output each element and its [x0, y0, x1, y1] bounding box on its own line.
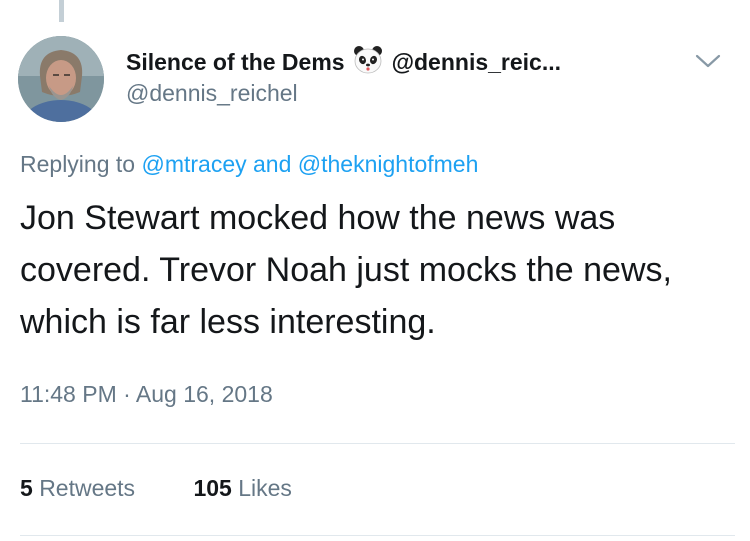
likes-stat[interactable]: 105 Likes [193, 475, 291, 502]
divider [20, 443, 735, 444]
tweet-text: Jon Stewart mocked how the news was cove… [20, 199, 672, 341]
display-name[interactable]: Silence of the Dems [126, 49, 345, 76]
avatar[interactable] [18, 36, 104, 122]
retweets-count: 5 [20, 475, 33, 501]
thread-connector-line [59, 0, 64, 22]
reply-prefix: Replying to [20, 151, 136, 177]
reply-context: Replying to @mtracey and @theknightofmeh [20, 151, 478, 178]
handle-header[interactable]: @dennis_reic... [392, 49, 561, 76]
likes-label: Likes [238, 475, 292, 501]
panda-face-icon [353, 45, 383, 75]
reply-user-link[interactable]: @theknightofmeh [298, 151, 479, 177]
tweet-timestamp[interactable]: 11:48 PM · Aug 16, 2018 [20, 381, 273, 408]
user-handle[interactable]: @dennis_reichel [126, 80, 696, 107]
tweet-header: Silence of the Dems @dennis_reic... @den… [126, 46, 696, 107]
divider [20, 535, 735, 536]
chevron-down-icon[interactable] [694, 50, 722, 72]
retweets-stat[interactable]: 5 Retweets [20, 475, 135, 502]
retweets-label: Retweets [39, 475, 136, 501]
likes-count: 105 [193, 475, 232, 501]
reply-connector: and [253, 151, 292, 177]
reply-user-link[interactable]: @mtracey [141, 151, 246, 177]
tweet-stats: 5 Retweets 105 Likes [20, 475, 292, 502]
